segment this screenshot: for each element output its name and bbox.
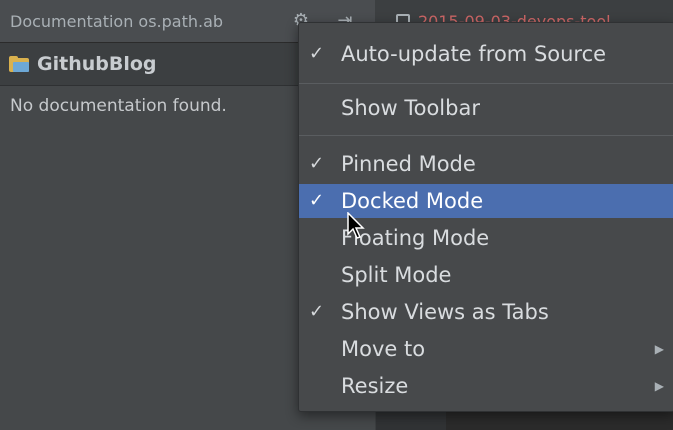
project-folder-icon <box>9 56 31 72</box>
menu-separator <box>299 135 673 136</box>
submenu-arrow-icon: ▶ <box>654 379 664 393</box>
submenu-arrow-icon: ▶ <box>654 342 664 356</box>
menu-item-show-views-as-tabs[interactable]: ✓ Show Views as Tabs <box>299 295 673 329</box>
menu-item-show-toolbar[interactable]: Show Toolbar <box>299 91 673 125</box>
menu-item-label: Show Toolbar <box>341 96 480 120</box>
menu-item-split-mode[interactable]: Split Mode <box>299 258 673 292</box>
menu-item-label: Split Mode <box>341 263 452 287</box>
checkmark-icon: ✓ <box>309 301 325 322</box>
documentation-message: No documentation found. <box>10 96 227 116</box>
menu-item-pinned-mode[interactable]: ✓ Pinned Mode <box>299 147 673 181</box>
checkmark-icon: ✓ <box>309 190 325 211</box>
menu-item-label: Auto-update from Source <box>341 42 607 66</box>
menu-item-auto-update[interactable]: ✓ Auto-update from Source <box>299 37 673 71</box>
menu-item-label: Pinned Mode <box>341 152 476 176</box>
menu-item-label: Resize <box>341 374 409 398</box>
menu-item-label: Show Views as Tabs <box>341 300 549 324</box>
checkmark-icon: ✓ <box>309 43 325 64</box>
tool-window-title: Documentation os.path.ab <box>10 11 224 31</box>
menu-item-resize[interactable]: Resize ▶ <box>299 369 673 403</box>
breadcrumb-project-label[interactable]: GithubBlog <box>37 53 157 75</box>
menu-separator <box>299 83 673 84</box>
checkmark-icon: ✓ <box>309 153 325 174</box>
menu-item-label: Move to <box>341 337 426 361</box>
mouse-cursor-icon <box>347 212 365 239</box>
menu-item-move-to[interactable]: Move to ▶ <box>299 332 673 366</box>
